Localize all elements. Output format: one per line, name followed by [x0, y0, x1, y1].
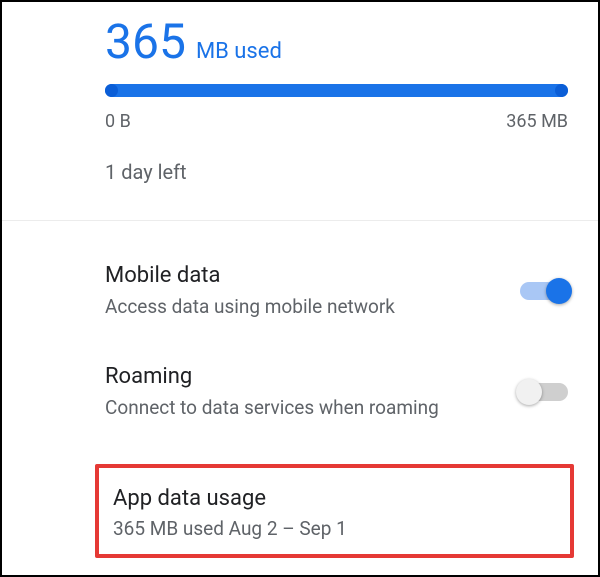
toggle-thumb-icon [516, 379, 542, 405]
usage-progress-bar [105, 84, 568, 97]
app-data-usage-subtitle: 365 MB used Aug 2 – Sep 1 [113, 517, 556, 540]
app-data-usage-title: App data usage [113, 486, 556, 511]
mobile-data-subtitle: Access data using mobile network [105, 294, 496, 320]
toggle-thumb-icon [546, 278, 572, 304]
roaming-toggle[interactable] [520, 383, 568, 401]
roaming-title: Roaming [105, 364, 496, 389]
usage-value: 365 [105, 18, 186, 66]
usage-scale-min: 0 B [105, 111, 131, 132]
usage-unit: MB used [196, 39, 282, 64]
roaming-row[interactable]: Roaming Connect to data services when ro… [105, 342, 568, 443]
mobile-data-title: Mobile data [105, 263, 496, 288]
mobile-data-toggle[interactable] [520, 282, 568, 300]
usage-amount: 365 MB used [105, 18, 568, 66]
roaming-subtitle: Connect to data services when roaming [105, 395, 496, 421]
usage-scale: 0 B 365 MB [105, 111, 568, 132]
billing-days-left: 1 day left [105, 160, 568, 184]
data-usage-summary: 365 MB used 0 B 365 MB 1 day left [2, 2, 598, 220]
app-data-usage-row[interactable]: App data usage 365 MB used Aug 2 – Sep 1 [95, 464, 574, 558]
usage-scale-max: 365 MB [506, 111, 568, 132]
mobile-data-row[interactable]: Mobile data Access data using mobile net… [105, 241, 568, 342]
